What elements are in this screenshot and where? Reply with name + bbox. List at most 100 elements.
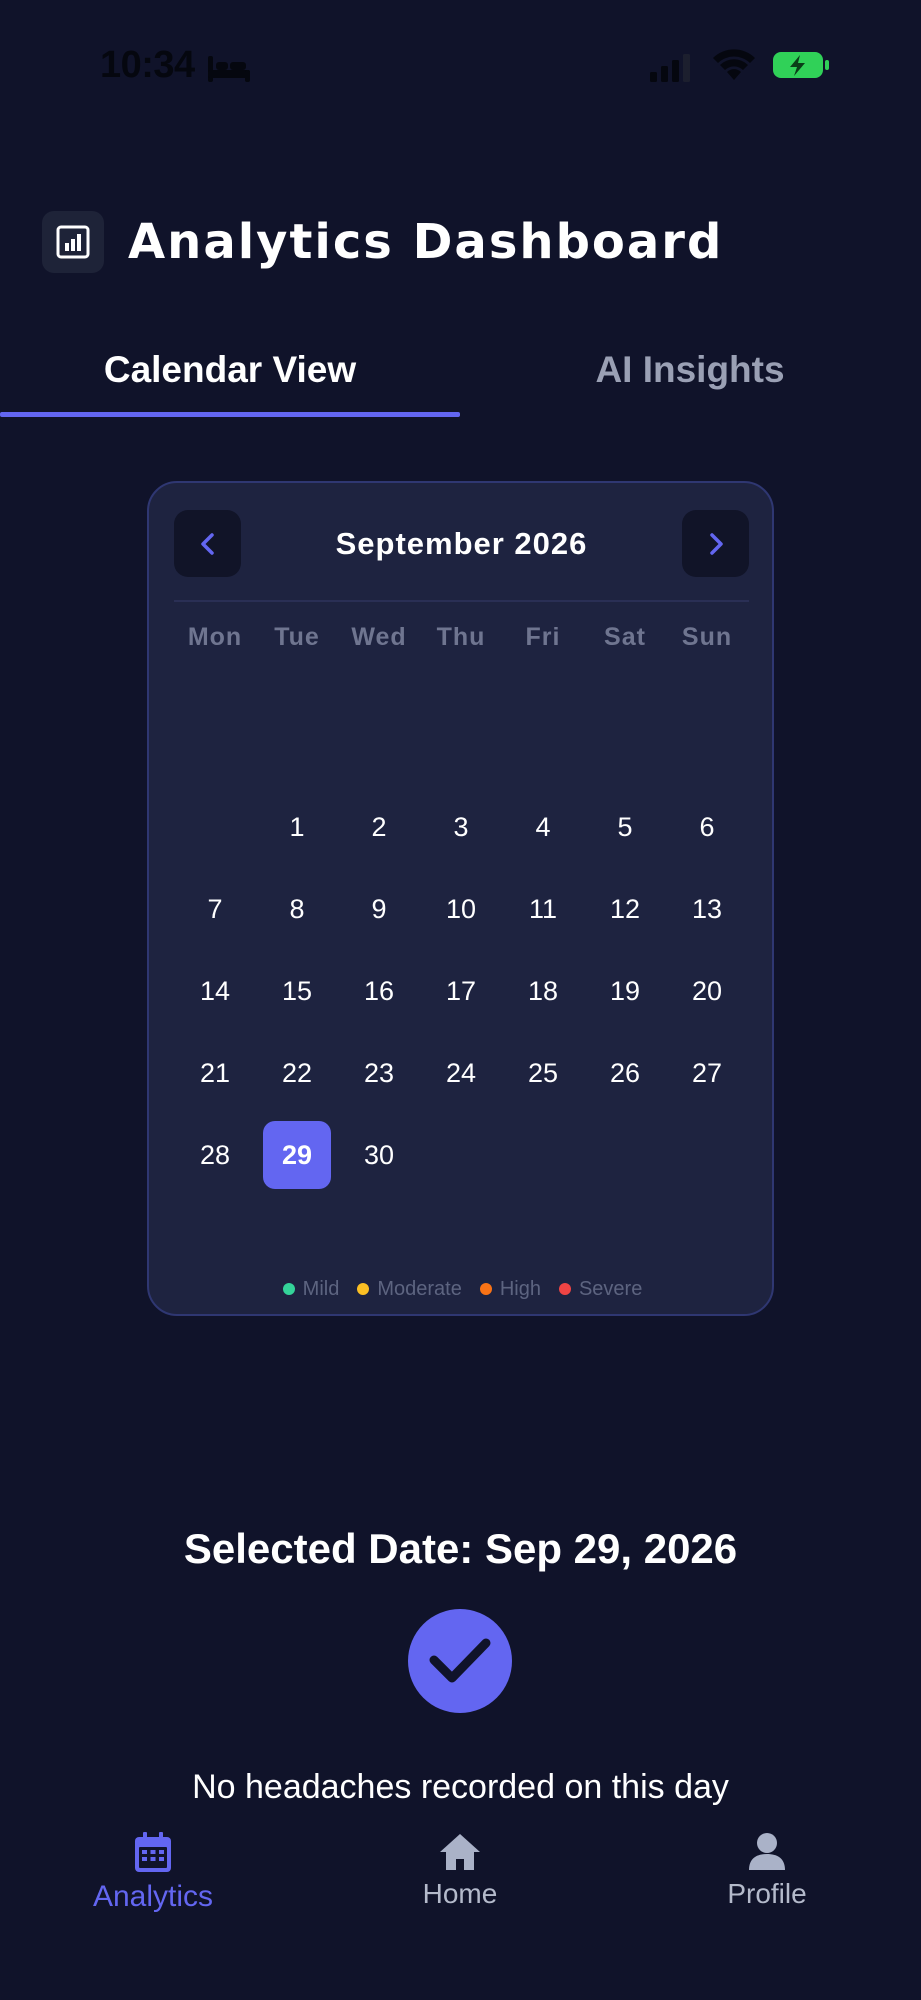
calendar-day[interactable]: 2: [338, 786, 420, 868]
legend-dot-icon: [282, 1283, 295, 1295]
calendar-day[interactable]: 27: [666, 1032, 748, 1114]
weekday-header: Mon Tue Wed Thu Fri Sat Sun: [174, 623, 749, 663]
calendar-day-number: 23: [363, 1057, 395, 1088]
nav-analytics-label: Analytics: [92, 1880, 214, 1913]
calendar-icon: [135, 1832, 171, 1872]
calendar-day-number: 20: [691, 975, 723, 1006]
calendar-day[interactable]: 11: [502, 868, 584, 950]
calendar-month-title: September 2026: [335, 525, 588, 561]
calendar-day[interactable]: 23: [338, 1032, 420, 1114]
calendar-empty-cell: [174, 786, 256, 868]
calendar-day[interactable]: 16: [338, 950, 420, 1032]
calendar-day-number: 12: [609, 893, 641, 924]
calendar-week-row: 7 8 9 10 11 12 13: [174, 868, 749, 950]
calendar-day[interactable]: 6: [666, 786, 748, 868]
calendar-day[interactable]: 8: [256, 868, 338, 950]
calendar-day-selected[interactable]: 29: [256, 1114, 338, 1196]
bottom-navigation: Analytics Home Profile: [0, 1820, 921, 2000]
calendar-day[interactable]: 22: [256, 1032, 338, 1114]
calendar-empty-cell: [420, 1114, 502, 1196]
calendar-day[interactable]: 26: [584, 1032, 666, 1114]
calendar-empty-cell: [666, 1114, 748, 1196]
calendar-day-number: 1: [289, 811, 305, 842]
calendar-day-number: 9: [371, 893, 387, 924]
calendar-day-number: 11: [528, 893, 558, 924]
selected-date-label: Selected Date: Sep 29, 2026: [183, 1525, 738, 1572]
calendar-day[interactable]: 7: [174, 868, 256, 950]
weekday-label: Wed: [351, 623, 407, 651]
calendar-day[interactable]: 13: [666, 868, 748, 950]
calendar-day[interactable]: 10: [420, 868, 502, 950]
weekday-label: Fri: [525, 623, 561, 651]
calendar-day[interactable]: 25: [502, 1032, 584, 1114]
calendar-day-number: 3: [453, 811, 469, 842]
signal-icon: [650, 54, 690, 82]
calendar-day[interactable]: 20: [666, 950, 748, 1032]
legend-label: Mild: [302, 1277, 340, 1300]
severity-legend: Mild Moderate High Severe: [149, 1274, 776, 1304]
calendar-week-row: 28 29 30: [174, 1114, 749, 1196]
calendar-header: September 2026: [174, 510, 749, 578]
calendar-day[interactable]: 19: [584, 950, 666, 1032]
legend-item: Mild: [282, 1277, 340, 1301]
legend-item: Severe: [558, 1278, 642, 1301]
calendar-day[interactable]: 30: [338, 1114, 420, 1196]
calendar-divider: [174, 600, 749, 602]
calendar-day[interactable]: 21: [174, 1032, 256, 1114]
nav-analytics[interactable]: Analytics: [53, 1832, 253, 1914]
calendar-day-number: 13: [691, 893, 723, 924]
calendar-day-number: 22: [281, 1057, 313, 1088]
calendar-day-number: 2: [371, 811, 387, 842]
tab-ai-insights[interactable]: AI Insights: [460, 330, 920, 410]
next-month-button[interactable]: [682, 510, 749, 577]
tab-calendar-view[interactable]: Calendar View: [0, 330, 460, 410]
calendar-days-grid: 1 2 3 4 5 6 7 8 9 10 11 12 13 14 15 16 17 18 19 20 21 22 23 24 2…: [174, 786, 749, 1196]
calendar-day-number: 21: [199, 1057, 231, 1088]
legend-dot-icon: [357, 1283, 370, 1295]
calendar-day-number: 18: [527, 975, 559, 1006]
calendar-day-number: 16: [363, 975, 395, 1006]
weekday-label: Sat: [604, 623, 646, 651]
page-title: Analytics Dashboard: [128, 214, 724, 270]
calendar-day-number: 24: [445, 1057, 477, 1088]
legend-item: High: [479, 1277, 541, 1301]
nav-profile[interactable]: Profile: [667, 1832, 867, 1910]
active-tab-indicator: [0, 412, 460, 417]
legend-label: High: [499, 1277, 541, 1300]
calendar-day[interactable]: 15: [256, 950, 338, 1032]
wifi-icon: [713, 49, 755, 80]
calendar-day-number: 4: [535, 811, 551, 842]
chevron-right-icon: [709, 532, 723, 555]
calendar-day[interactable]: 28: [174, 1114, 256, 1196]
nav-home[interactable]: Home: [360, 1832, 560, 1910]
calendar-day-number: 5: [617, 811, 633, 842]
bar-chart-icon: [42, 211, 104, 273]
calendar-day[interactable]: 1: [256, 786, 338, 868]
status-time: 10:34: [100, 44, 195, 86]
calendar-day[interactable]: 12: [584, 868, 666, 950]
home-icon: [440, 1834, 480, 1870]
calendar-day-number: 6: [699, 811, 715, 842]
calendar-day[interactable]: 14: [174, 950, 256, 1032]
calendar-day[interactable]: 3: [420, 786, 502, 868]
calendar-day-number: 27: [691, 1057, 723, 1088]
tab-bar: Calendar View AI Insights: [0, 330, 921, 420]
calendar-day[interactable]: 17: [420, 950, 502, 1032]
calendar-day-number: 15: [281, 975, 313, 1006]
calendar-week-row: 14 15 16 17 18 19 20: [174, 950, 749, 1032]
calendar-day-number: 30: [363, 1139, 395, 1170]
calendar-day[interactable]: 18: [502, 950, 584, 1032]
calendar-day[interactable]: 5: [584, 786, 666, 868]
nav-home-label: Home: [422, 1878, 498, 1909]
calendar-week-row: 21 22 23 24 25 26 27: [174, 1032, 749, 1114]
calendar-day[interactable]: 24: [420, 1032, 502, 1114]
legend-label: Moderate: [377, 1277, 462, 1300]
legend-item: Moderate: [357, 1278, 462, 1301]
calendar-day[interactable]: 9: [338, 868, 420, 950]
calendar-empty-cell: [502, 1114, 584, 1196]
legend-dot-icon: [558, 1283, 571, 1295]
calendar-day-number: 7: [207, 893, 223, 924]
calendar-week-row: 1 2 3 4 5 6: [174, 786, 749, 868]
weekday-label: Mon: [187, 623, 243, 651]
calendar-day[interactable]: 4: [502, 786, 584, 868]
